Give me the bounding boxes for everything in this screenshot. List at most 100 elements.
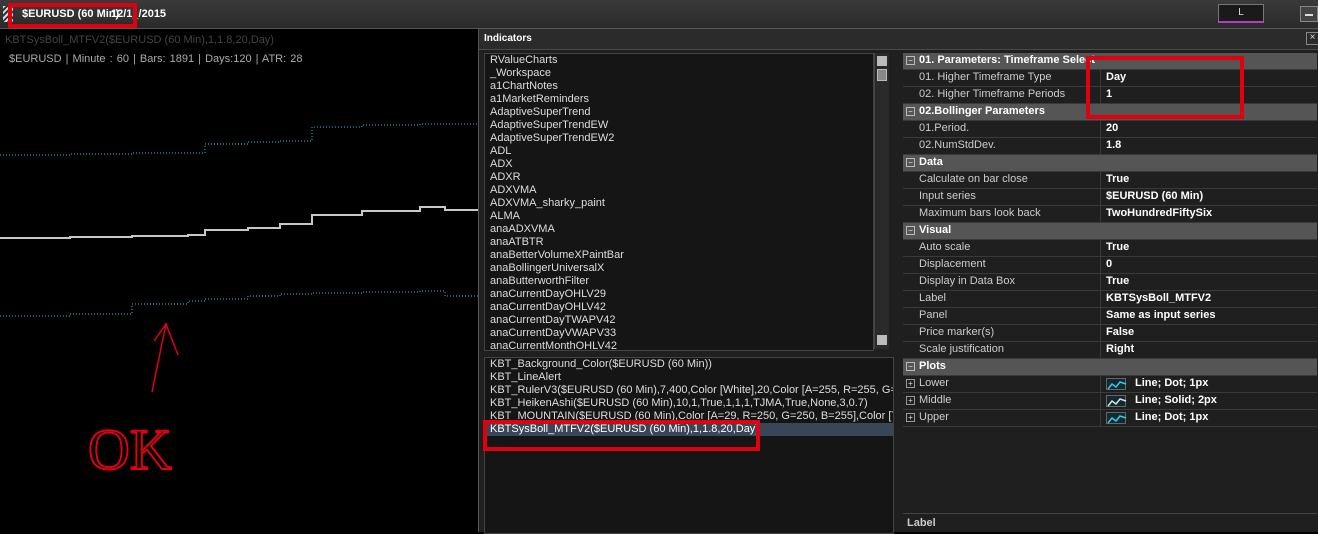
indicator-list-item[interactable]: ADXVMA_sharky_paint (485, 197, 873, 210)
window-title: $EURUSD (60 Min) (22, 8, 120, 20)
indicator-list-item[interactable]: anaCurrentDayOHLV29 (485, 288, 873, 301)
available-list-scrollbar[interactable] (874, 53, 889, 349)
property-value[interactable]: $EURUSD (60 Min) (1106, 190, 1203, 202)
scrollbar-thumb[interactable] (877, 69, 887, 81)
property-value[interactable]: Right (1106, 343, 1134, 355)
property-category[interactable]: −01. Parameters: Timeframe Select (903, 53, 1317, 70)
property-value[interactable]: Day (1106, 71, 1126, 83)
indicator-list-item[interactable]: AdaptiveSuperTrendEW2 (485, 132, 873, 145)
indicator-list-item[interactable]: anaBollingerUniversalX (485, 262, 873, 275)
property-value[interactable]: True (1106, 241, 1129, 253)
property-row[interactable]: Scale justification Right (903, 342, 1317, 359)
property-name: Panel (919, 309, 948, 321)
plot-style-swatch-icon (1106, 378, 1127, 390)
property-value[interactable]: 20 (1106, 122, 1118, 134)
indicator-list-item[interactable]: a1MarketReminders (485, 93, 873, 106)
property-value[interactable]: False (1106, 326, 1134, 338)
minimize-button[interactable] (1300, 6, 1318, 22)
property-name: 02. Higher Timeframe Periods (919, 88, 1066, 100)
expand-icon[interactable]: + (906, 413, 915, 422)
indicator-list-item[interactable]: anaCurrentDayVWAPV33 (485, 327, 873, 340)
indicator-list-item[interactable]: AdaptiveSuperTrend (485, 106, 873, 119)
indicator-list-item[interactable]: anaATBTR (485, 236, 873, 249)
applied-indicator-item[interactable]: KBT_HeikenAshi($EURUSD (60 Min),10,1,Tru… (485, 397, 893, 410)
property-value[interactable]: 0 (1106, 258, 1112, 270)
column-divider (1100, 240, 1101, 256)
property-row[interactable]: + Lower Line; Dot; 1px (903, 376, 1317, 393)
applied-indicator-item[interactable]: KBT_MOUNTAIN($EURUSD (60 Min),Color [A=2… (485, 410, 893, 423)
property-name: 01. Higher Timeframe Type (919, 71, 1052, 83)
collapse-icon[interactable]: − (906, 107, 915, 116)
property-row[interactable]: + Upper Line; Dot; 1px (903, 410, 1317, 427)
indicator-list-item[interactable]: anaBetterVolumeXPaintBar (485, 249, 873, 262)
column-divider (1100, 308, 1101, 324)
scroll-up-arrow-icon[interactable] (877, 56, 887, 66)
indicator-list-item[interactable]: ADXVMA (485, 184, 873, 197)
applied-indicator-item[interactable]: KBT_LineAlert (485, 371, 893, 384)
property-row[interactable]: Panel Same as input series (903, 308, 1317, 325)
indicator-list-item[interactable]: RValueCharts (485, 54, 873, 67)
property-row[interactable]: Input series $EURUSD (60 Min) (903, 189, 1317, 206)
property-category[interactable]: − Plots (903, 359, 1317, 376)
property-value[interactable]: Line; Dot; 1px (1135, 377, 1208, 389)
expand-icon[interactable]: + (906, 396, 915, 405)
column-divider (1100, 172, 1101, 188)
dialog-title: Indicators (484, 33, 532, 44)
applied-indicators-list[interactable]: KBT_Background_Color($EURUSD (60 Min)) KB… (484, 357, 894, 534)
indicator-list-item[interactable]: anaCurrentMonthOHLV42 (485, 340, 873, 350)
property-row[interactable]: 01. Higher Timeframe Type Day (903, 70, 1317, 87)
indicator-list-item[interactable]: _Workspace (485, 67, 873, 80)
collapse-icon[interactable]: − (906, 56, 915, 65)
applied-indicator-item[interactable]: KBTSysBoll_MTFV2($EURUSD (60 Min),1,1.8,… (485, 423, 893, 436)
indicator-list-item[interactable]: a1ChartNotes (485, 80, 873, 93)
collapse-icon[interactable]: − (906, 362, 915, 371)
property-value[interactable]: 1 (1106, 88, 1112, 100)
property-value[interactable]: True (1106, 173, 1129, 185)
property-category[interactable]: − Data (903, 155, 1317, 172)
property-value[interactable]: True (1106, 275, 1129, 287)
property-category[interactable]: −02.Bollinger Parameters (903, 104, 1317, 121)
indicator-list-item[interactable]: anaCurrentDayTWAPV42 (485, 314, 873, 327)
indicator-list-item[interactable]: anaADXVMA (485, 223, 873, 236)
category-label: Plots (919, 360, 946, 372)
property-value[interactable]: TwoHundredFiftySix (1106, 207, 1212, 219)
indicator-list-item[interactable]: ADL (485, 145, 873, 158)
collapse-icon[interactable]: − (906, 226, 915, 235)
property-row[interactable]: Label KBTSysBoll_MTFV2 (903, 291, 1317, 308)
price-chart[interactable]: OK KBTSysBoll_MTFV2($EURUSD (60 Min),1,1… (0, 29, 478, 532)
collapse-icon[interactable]: − (906, 158, 915, 167)
applied-indicator-item[interactable]: KBT_RulerV3($EURUSD (60 Min),7,400,Color… (485, 384, 893, 397)
close-icon[interactable]: × (1306, 32, 1318, 45)
property-row[interactable]: Auto scale True (903, 240, 1317, 257)
property-value[interactable]: Line; Solid; 2px (1135, 394, 1217, 406)
property-name: Displacement (919, 258, 986, 270)
indicator-list-item[interactable]: anaButterworthFilter (485, 275, 873, 288)
indicator-list-item[interactable]: ADX (485, 158, 873, 171)
property-value[interactable]: Same as input series (1106, 309, 1215, 321)
property-row[interactable]: Price marker(s) False (903, 325, 1317, 342)
property-row[interactable]: Maximum bars look back TwoHundredFiftySix (903, 206, 1317, 223)
property-row[interactable]: 02. Higher Timeframe Periods 1 (903, 87, 1317, 104)
property-value[interactable]: KBTSysBoll_MTFV2 (1106, 292, 1211, 304)
property-row[interactable]: 02.NumStdDev. 1.8 (903, 138, 1317, 155)
property-grid[interactable]: −01. Parameters: Timeframe Select 01. Hig… (903, 53, 1317, 511)
indicator-list-item[interactable]: AdaptiveSuperTrendEW (485, 119, 873, 132)
property-row[interactable]: Calculate on bar close True (903, 172, 1317, 189)
applied-indicator-item[interactable]: KBT_Background_Color($EURUSD (60 Min)) (485, 358, 893, 371)
chart-info-bar: $EURUSD | Minute : 60 | Bars: 1891 | Day… (9, 53, 303, 65)
indicator-list-item[interactable]: anaCurrentDayOHLV42 (485, 301, 873, 314)
property-row[interactable]: 01.Period. 20 (903, 121, 1317, 138)
indicator-list-item[interactable]: ADXR (485, 171, 873, 184)
indicator-list-item[interactable]: ALMA (485, 210, 873, 223)
property-value[interactable]: 1.8 (1106, 139, 1121, 151)
scroll-down-arrow-icon[interactable] (877, 335, 887, 345)
property-row[interactable]: Displacement 0 (903, 257, 1317, 274)
property-row[interactable]: Display in Data Box True (903, 274, 1317, 291)
available-indicators-list[interactable]: RValueCharts _Workspace a1ChartNotes a1Mark… (484, 53, 874, 351)
expand-icon[interactable]: + (906, 379, 915, 388)
property-category[interactable]: − Visual (903, 223, 1317, 240)
property-name: Calculate on bar close (919, 173, 1028, 185)
property-value[interactable]: Line; Dot; 1px (1135, 411, 1208, 423)
property-row[interactable]: + Middle Line; Solid; 2px (903, 393, 1317, 410)
tab-l[interactable]: L (1218, 4, 1264, 23)
